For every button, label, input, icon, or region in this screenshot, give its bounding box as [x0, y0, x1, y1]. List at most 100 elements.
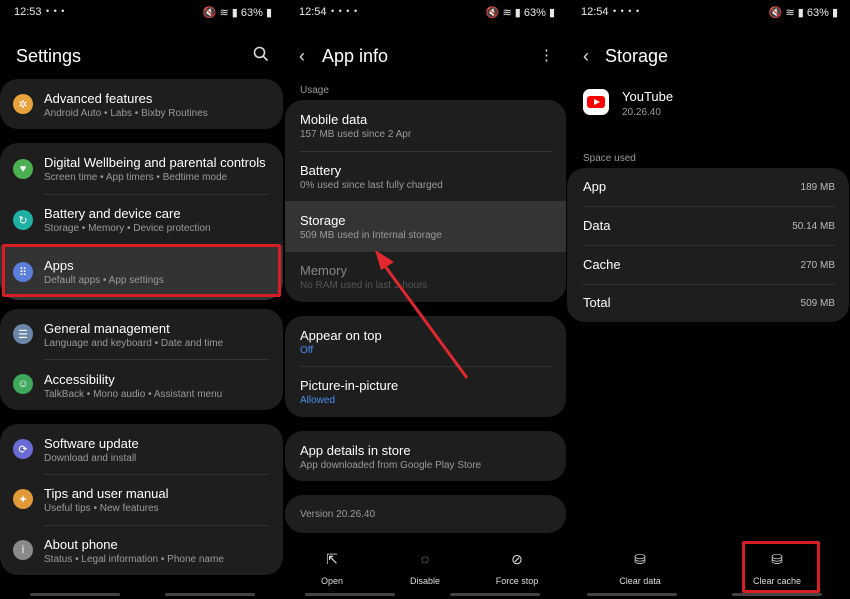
item-title: Battery and device care	[44, 206, 181, 221]
settings-item-about-phone[interactable]: i About phone Status • Legal information…	[0, 526, 283, 575]
item-subtitle: Screen time • App timers • Bedtime mode	[44, 172, 228, 183]
bulb-icon: ✦	[13, 489, 33, 509]
item-title: Memory	[300, 263, 347, 278]
item-subtitle: Download and install	[44, 453, 137, 464]
item-subtitle: Status • Legal information • Phone name	[44, 554, 224, 565]
item-subtitle: Useful tips • New features	[44, 503, 159, 514]
settings-item-software-update[interactable]: ⟳ Software update Download and install	[0, 424, 283, 474]
item-title: Software update	[44, 436, 139, 451]
app-details-in-store[interactable]: App details in store App downloaded from…	[285, 431, 566, 481]
notification-icons: • • • •	[613, 6, 641, 16]
refresh-icon: ↻	[13, 210, 33, 230]
usage-item-mobile-data[interactable]: Mobile data 157 MB used since 2 Apr	[285, 100, 566, 151]
notification-icons: • • • •	[331, 6, 359, 16]
status-bar: 12:54 • • • • 🔇 ≋ ▮ 63% ▮	[567, 6, 850, 22]
store-card: App details in store App downloaded from…	[285, 431, 566, 481]
item-title: Picture-in-picture	[300, 378, 399, 393]
row-label: Total	[583, 295, 611, 310]
perm-item-picture-in-picture[interactable]: Picture-in-picture Allowed	[285, 367, 566, 417]
status-bar: 12:53 • • • 🔇 ≋ ▮ 63% ▮	[0, 6, 284, 22]
gear-plus-icon: ✲	[13, 94, 33, 114]
signal-icons: 🔇 ≋ ▮	[202, 7, 241, 19]
item-title: Appear on top	[300, 328, 382, 343]
settings-screen: 12:53 • • • 🔇 ≋ ▮ 63% ▮ Settings ✲ Advan…	[0, 0, 284, 599]
usage-item-storage[interactable]: Storage 509 MB used in Internal storage	[285, 201, 566, 252]
row-label: Data	[583, 218, 611, 233]
button-label: Force stop	[495, 576, 539, 586]
stop-icon: ⊘	[511, 551, 523, 567]
item-subtitle: TalkBack • Mono audio • Assistant menu	[44, 389, 223, 400]
scroll-handle	[165, 593, 255, 596]
row-label: App	[583, 179, 607, 194]
open-button[interactable]: ⇱ Open	[297, 551, 367, 589]
item-subtitle: Language and keyboard • Date and time	[44, 338, 224, 349]
battery-level: 🔇 ≋ ▮ 63% ▮	[768, 7, 838, 19]
item-subtitle: App downloaded from Google Play Store	[300, 460, 482, 471]
open-external-icon: ⇱	[326, 551, 338, 567]
row-value: 509 MB	[800, 298, 835, 309]
item-subtitle: Storage • Memory • Device protection	[44, 223, 211, 234]
perm-item-appear-on-top[interactable]: Appear on top Off	[285, 316, 566, 366]
item-subtitle: 509 MB used in Internal storage	[300, 230, 442, 241]
update-icon: ⟳	[13, 439, 33, 459]
search-icon[interactable]	[253, 46, 269, 67]
page-title: Settings	[16, 46, 82, 66]
app-version: 20.26.40	[622, 107, 661, 118]
item-title: Battery	[300, 163, 342, 178]
more-options-icon[interactable]: ⋮	[539, 46, 554, 64]
button-label: Clear data	[619, 576, 661, 586]
status-time: 12:54	[581, 6, 609, 18]
section-label-space-used: Space used	[583, 153, 636, 164]
item-title: Digital Wellbeing and parental controls	[44, 155, 266, 170]
back-arrow-icon[interactable]: ‹	[299, 46, 305, 67]
item-title: About phone	[44, 537, 118, 552]
youtube-app-icon	[583, 89, 609, 115]
clear-cache-highlight-box	[742, 541, 820, 593]
settings-item-tips[interactable]: ✦ Tips and user manual Useful tips • New…	[0, 475, 283, 525]
item-status: Off	[300, 345, 314, 356]
settings-item-digital-wellbeing[interactable]: ♥ Digital Wellbeing and parental control…	[0, 143, 283, 194]
settings-item-accessibility[interactable]: ☺ Accessibility TalkBack • Mono audio • …	[0, 360, 283, 410]
item-subtitle: 0% used since last fully charged	[300, 180, 443, 191]
status-bar: 12:54 • • • • 🔇 ≋ ▮ 63% ▮	[285, 6, 567, 22]
app-info-screen: 12:54 • • • • 🔇 ≋ ▮ 63% ▮ ‹ App info ⋮ U…	[285, 0, 567, 599]
info-icon: i	[13, 540, 33, 560]
battery-level: 🔇 ≋ ▮ 63% ▮	[202, 7, 272, 19]
scroll-handle	[587, 593, 677, 596]
row-value: 50.14 MB	[792, 221, 835, 232]
battery-percent: 63%	[806, 7, 829, 19]
page-title: Storage	[605, 46, 669, 66]
item-title: Advanced features	[44, 91, 153, 106]
storage-row-total: Total 509 MB	[567, 285, 849, 322]
item-title: Accessibility	[44, 372, 115, 387]
battery-level: 🔇 ≋ ▮ 63% ▮	[485, 7, 555, 19]
usage-item-battery[interactable]: Battery 0% used since last fully charged	[285, 152, 566, 201]
battery-percent: 63%	[240, 7, 263, 19]
item-status: Allowed	[300, 395, 336, 406]
storage-row-cache: Cache 270 MB	[567, 246, 849, 284]
version-card: Version 20.26.40	[285, 495, 566, 533]
disable-button[interactable]: ◌ Disable	[390, 551, 460, 589]
settings-group-about: ⟳ Software update Download and install ✦…	[0, 424, 283, 575]
settings-item-advanced-features[interactable]: ✲ Advanced features Android Auto • Labs …	[0, 79, 283, 129]
row-label: Cache	[583, 257, 621, 272]
scroll-handle	[30, 593, 120, 596]
notification-icons: • • •	[46, 6, 66, 16]
item-title: Mobile data	[300, 112, 368, 127]
back-arrow-icon[interactable]: ‹	[583, 46, 589, 67]
signal-icons: 🔇 ≋ ▮	[768, 7, 807, 19]
settings-group-general: ☰ General management Language and keyboa…	[0, 309, 283, 410]
apps-highlight-box	[2, 244, 281, 297]
section-label-usage: Usage	[300, 85, 329, 96]
force-stop-button[interactable]: ⊘ Force stop	[482, 551, 552, 589]
status-time: 12:54	[299, 6, 327, 18]
settings-item-general-management[interactable]: ☰ General management Language and keyboa…	[0, 309, 283, 359]
sliders-icon: ☰	[13, 324, 33, 344]
clear-data-button[interactable]: ⛁ Clear data	[605, 551, 675, 589]
item-title: Tips and user manual	[44, 486, 169, 501]
row-value: 270 MB	[800, 260, 835, 271]
usage-card: Mobile data 157 MB used since 2 Apr Batt…	[285, 100, 566, 302]
settings-item-battery-device-care[interactable]: ↻ Battery and device care Storage • Memo…	[0, 195, 283, 245]
storage-row-app: App 189 MB	[567, 168, 849, 206]
storage-row-data: Data 50.14 MB	[567, 207, 849, 245]
